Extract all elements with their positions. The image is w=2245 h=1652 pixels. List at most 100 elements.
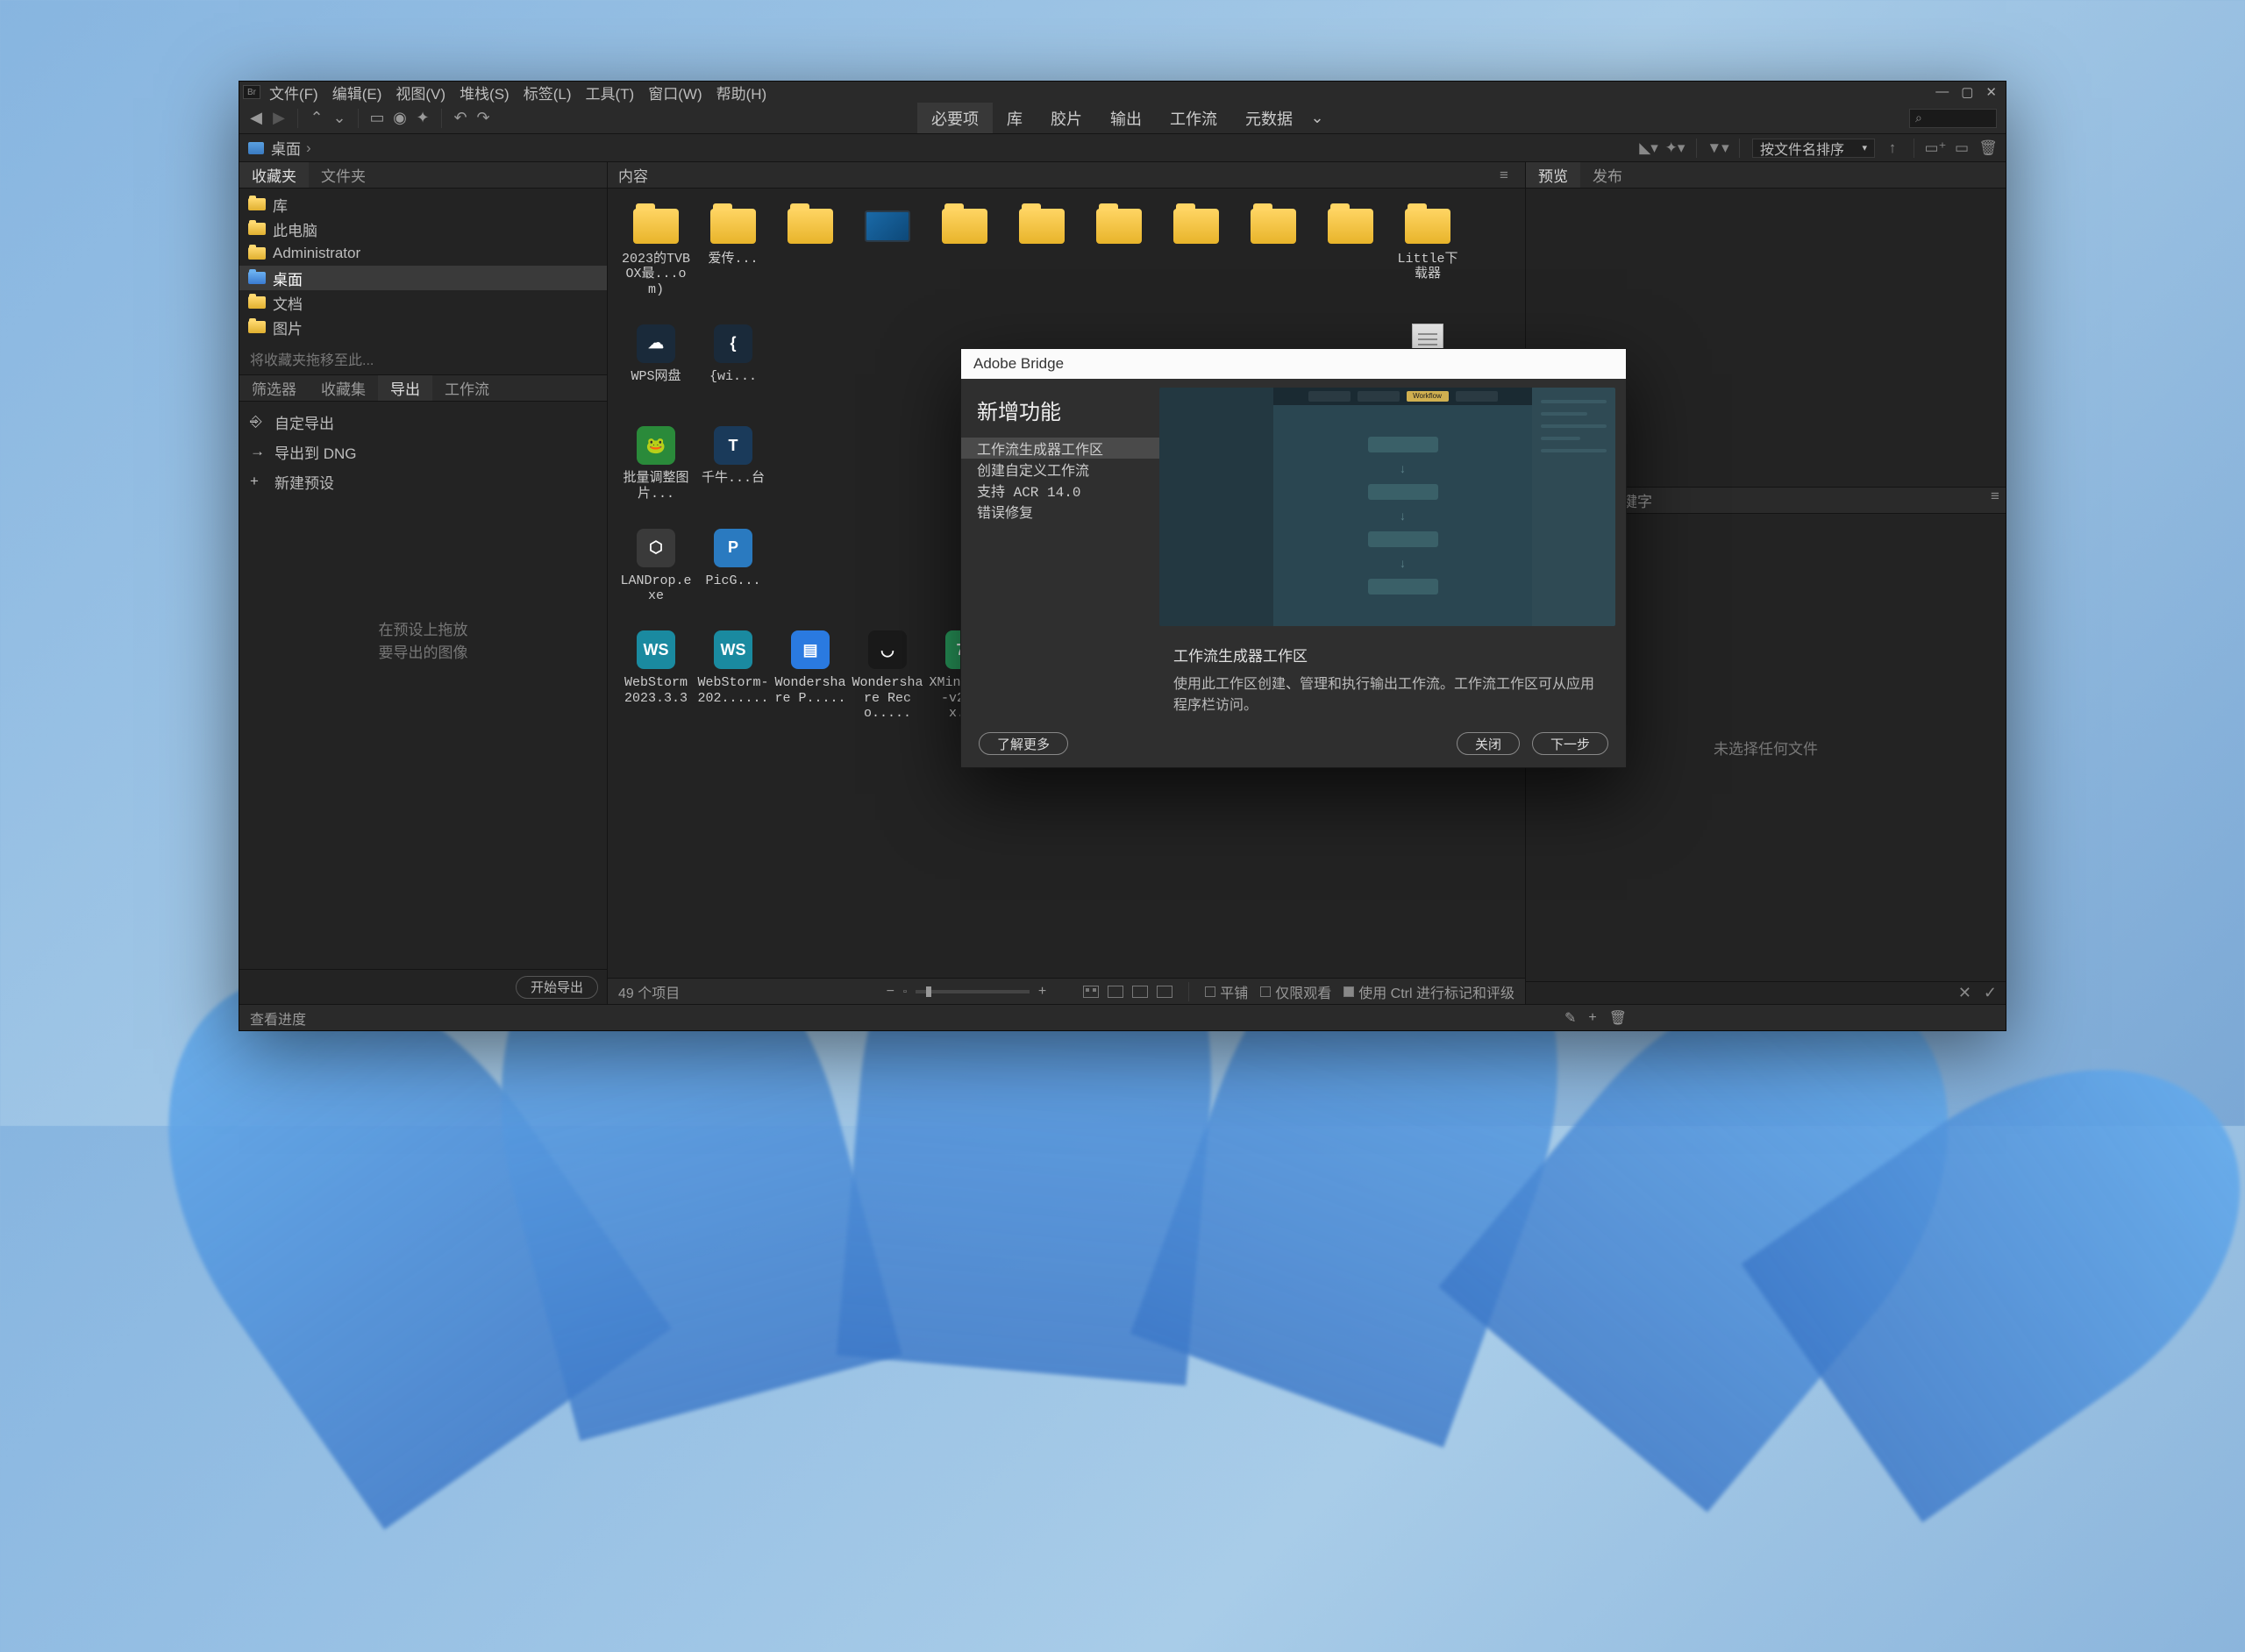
list-view-icon[interactable]: [1157, 986, 1172, 998]
reveal-button[interactable]: ▭: [369, 110, 385, 126]
file-item[interactable]: Little下载器: [1392, 204, 1464, 297]
feature-list-item[interactable]: 支持 ACR 14.0: [961, 480, 1159, 501]
panel-tab[interactable]: 收藏集: [309, 375, 378, 401]
favorite-item[interactable]: 文档: [239, 290, 607, 315]
close-dialog-button[interactable]: 关闭: [1457, 732, 1520, 755]
detail-view-icon[interactable]: [1132, 986, 1148, 998]
file-item[interactable]: WSWebStorm-202......: [697, 628, 769, 721]
export-preset-row[interactable]: →导出到 DNG: [239, 437, 607, 466]
panel-tab[interactable]: 发布: [1580, 162, 1635, 188]
favorite-item[interactable]: 库: [239, 192, 607, 217]
file-item[interactable]: [1237, 204, 1309, 297]
filter-star-icon[interactable]: ◣▾: [1640, 140, 1657, 156]
menu-item[interactable]: 帮助(H): [716, 82, 767, 103]
favorite-item[interactable]: 此电脑: [239, 217, 607, 241]
nav-up-button[interactable]: ⌃: [309, 110, 324, 126]
next-button[interactable]: 下一步: [1532, 732, 1608, 755]
file-item[interactable]: [1083, 204, 1155, 297]
panel-tab[interactable]: 收藏夹: [239, 162, 309, 188]
file-item[interactable]: [774, 204, 846, 297]
apply-icon[interactable]: ✓: [1984, 984, 1997, 1002]
option-tile[interactable]: 平铺: [1205, 981, 1248, 1002]
workspace-tab[interactable]: 元数据: [1231, 103, 1307, 133]
favorite-item[interactable]: 图片: [239, 315, 607, 339]
nav-forward-button[interactable]: ▶: [271, 110, 287, 126]
workspace-tab[interactable]: 输出: [1096, 103, 1156, 133]
file-item[interactable]: ☁WPS网盘: [620, 322, 692, 400]
workspace-tab[interactable]: 工作流: [1156, 103, 1231, 133]
refine-icon[interactable]: ✦: [415, 110, 431, 126]
zoom-out-button[interactable]: −: [887, 984, 894, 1000]
feature-list-item[interactable]: 创建自定义工作流: [961, 459, 1159, 480]
trash-icon[interactable]: 🗑: [1979, 140, 1997, 156]
file-item[interactable]: 2023的TVBOX最...om): [620, 204, 692, 297]
cancel-icon[interactable]: ✕: [1958, 984, 1971, 1002]
feature-list-item[interactable]: 错误修复: [961, 501, 1159, 522]
file-item[interactable]: PPicG...: [697, 526, 769, 604]
panel-tab[interactable]: 筛选器: [239, 375, 309, 401]
sort-order-icon[interactable]: ↑: [1884, 140, 1901, 156]
plus-icon[interactable]: +: [1588, 1010, 1596, 1026]
recent-dropdown[interactable]: ⌄: [331, 110, 347, 126]
export-preset-row[interactable]: ⎆自定导出: [239, 407, 607, 437]
menu-item[interactable]: 工具(T): [586, 82, 635, 103]
workspace-tab[interactable]: 库: [993, 103, 1037, 133]
panel-tab[interactable]: 工作流: [432, 375, 502, 401]
menu-item[interactable]: 文件(F): [269, 82, 318, 103]
favorite-item[interactable]: 桌面: [239, 266, 607, 290]
favorite-item[interactable]: Administrator: [239, 241, 607, 266]
file-item[interactable]: 🐸批量调整图片...: [620, 424, 692, 502]
maximize-button[interactable]: ▢: [1961, 84, 1973, 100]
learn-more-button[interactable]: 了解更多: [979, 732, 1068, 755]
progress-label[interactable]: 查看进度: [250, 1008, 306, 1029]
feature-list-item[interactable]: 工作流生成器工作区: [961, 438, 1159, 459]
panel-tab[interactable]: 文件夹: [309, 162, 378, 188]
panel-menu-icon[interactable]: ≡: [1493, 167, 1514, 184]
file-item[interactable]: [852, 204, 923, 297]
menu-item[interactable]: 编辑(E): [332, 82, 382, 103]
file-item[interactable]: 爱传...: [697, 204, 769, 297]
file-item[interactable]: T千牛...台: [697, 424, 769, 502]
breadcrumb[interactable]: 桌面: [271, 137, 301, 159]
sort-dropdown[interactable]: 按文件名排序▾: [1752, 139, 1875, 158]
file-item[interactable]: [929, 204, 1001, 297]
minimize-button[interactable]: —: [1935, 84, 1949, 100]
file-item[interactable]: ◡Wondershare Reco.....: [852, 628, 923, 721]
thumbnail-slider[interactable]: [916, 990, 1030, 993]
menu-item[interactable]: 视图(V): [396, 82, 445, 103]
filter-funnel-icon[interactable]: ▼▾: [1709, 140, 1727, 156]
nav-back-button[interactable]: ◀: [248, 110, 264, 126]
file-item[interactable]: [1160, 204, 1232, 297]
search-input[interactable]: ⌕: [1909, 109, 1997, 128]
file-item[interactable]: {{wi...: [697, 322, 769, 400]
start-export-button[interactable]: 开始导出: [516, 976, 598, 999]
new-folder-icon[interactable]: ▭⁺: [1927, 140, 1944, 156]
menu-item[interactable]: 窗口(W): [648, 82, 702, 103]
panel-menu-icon[interactable]: ≡: [1985, 488, 2006, 513]
pencil-icon[interactable]: ✎: [1564, 1009, 1576, 1027]
trash-icon[interactable]: 🗑: [1609, 1009, 1627, 1027]
panel-tab[interactable]: 预览: [1526, 162, 1580, 188]
file-item[interactable]: ▤Wondershare P.....: [774, 628, 846, 721]
workspace-tab[interactable]: 必要项: [917, 103, 993, 133]
file-item[interactable]: [1315, 204, 1386, 297]
open-recent-icon[interactable]: ▭: [1953, 140, 1971, 156]
file-item[interactable]: [1006, 204, 1078, 297]
export-preset-row[interactable]: +新建预设: [239, 466, 607, 496]
grid-view-icon[interactable]: [1083, 986, 1099, 998]
camera-icon[interactable]: ◉: [392, 110, 408, 126]
zoom-in-button[interactable]: +: [1038, 984, 1046, 1000]
rotate-cw-button[interactable]: ↷: [475, 110, 491, 126]
close-button[interactable]: ✕: [1985, 84, 1997, 100]
thumb-view-icon[interactable]: [1108, 986, 1123, 998]
option-view-only[interactable]: 仅限观看: [1260, 981, 1331, 1002]
rotate-ccw-button[interactable]: ↶: [453, 110, 468, 126]
menu-item[interactable]: 堆栈(S): [460, 82, 510, 103]
panel-tab[interactable]: 导出: [378, 375, 432, 401]
workspace-more-icon[interactable]: ⌄: [1307, 109, 1328, 127]
option-ctrl-label[interactable]: 使用 Ctrl 进行标记和评级: [1343, 981, 1514, 1002]
file-item[interactable]: ⬡LANDrop.exe: [620, 526, 692, 604]
file-item[interactable]: WSWebStorm 2023.3.3: [620, 628, 692, 721]
filter-rating-icon[interactable]: ✦▾: [1666, 140, 1684, 156]
workspace-tab[interactable]: 胶片: [1037, 103, 1096, 133]
